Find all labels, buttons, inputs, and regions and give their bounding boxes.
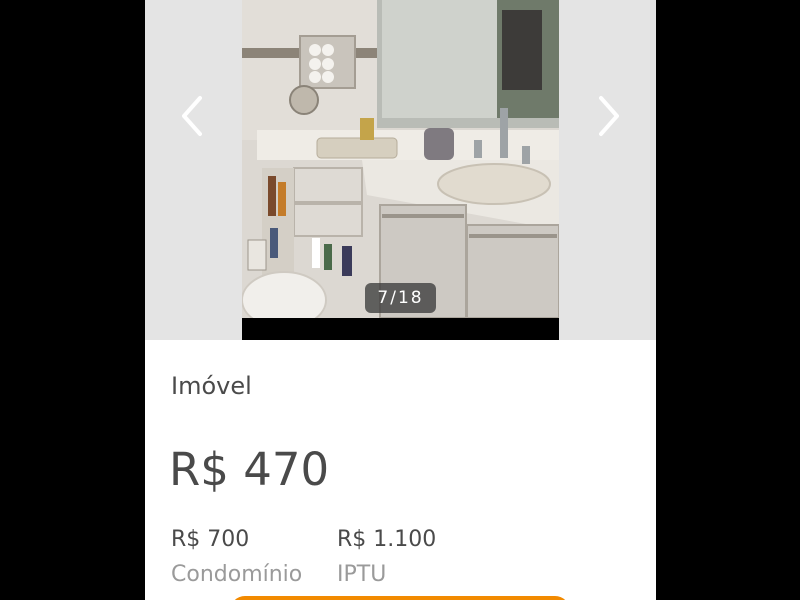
listing-category: Imóvel xyxy=(171,372,252,400)
listing-screen: 7/18 Imóvel R$ 470 R$ 700 Condomínio R$ … xyxy=(145,0,656,600)
photo-counter: 7/18 xyxy=(365,283,436,313)
listing-price: R$ 470 xyxy=(169,443,330,496)
condominio-value: R$ 700 xyxy=(171,527,250,552)
condominio-label: Condomínio xyxy=(171,562,303,587)
iptu-label: IPTU xyxy=(337,562,387,587)
bathroom-vanity-photo xyxy=(242,0,559,318)
iptu-value: R$ 1.100 xyxy=(337,527,437,552)
chevron-left-icon xyxy=(182,96,202,136)
previous-photo-button[interactable] xyxy=(172,90,212,142)
photo-gallery[interactable]: 7/18 xyxy=(145,0,656,340)
next-photo-button[interactable] xyxy=(589,90,629,142)
photo-caption-bar xyxy=(242,318,559,340)
listing-photo[interactable] xyxy=(242,0,559,318)
contact-button[interactable] xyxy=(230,596,570,600)
chevron-right-icon xyxy=(599,96,619,136)
